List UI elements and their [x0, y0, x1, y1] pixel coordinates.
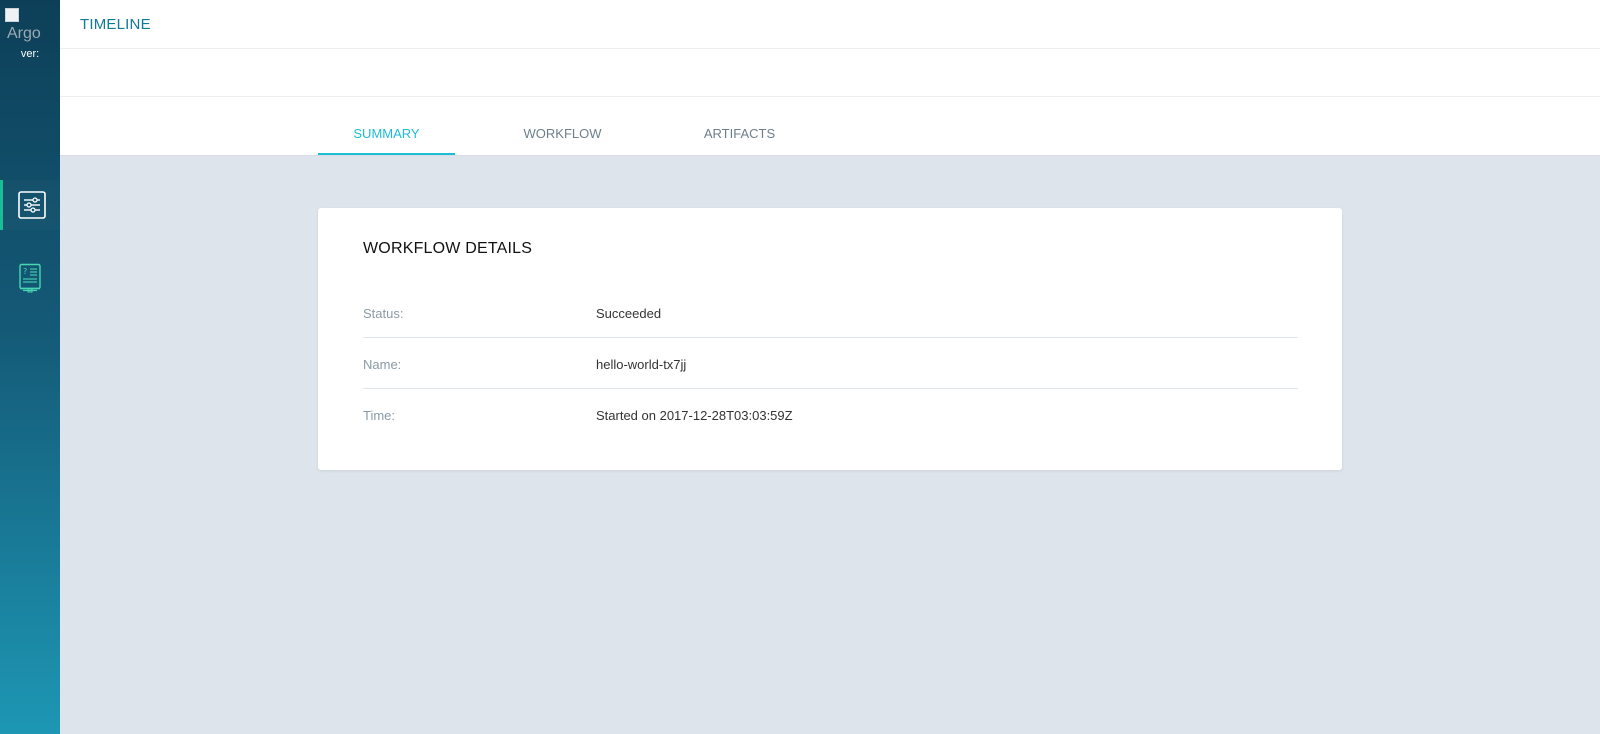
toolbar-area — [60, 49, 1600, 97]
detail-row-status: Status: Succeeded — [363, 287, 1298, 338]
page-title: TIMELINE — [80, 16, 151, 33]
detail-value: hello-world-tx7jj — [596, 357, 687, 372]
tab-summary-label: SUMMARY — [353, 126, 420, 141]
detail-key: Name: — [363, 357, 402, 372]
tab-artifacts-label: ARTIFACTS — [703, 126, 776, 141]
workflow-details-card: WORKFLOW DETAILS Status: Succeeded Name:… — [318, 208, 1342, 470]
tab-workflow-label: WORKFLOW — [523, 126, 602, 141]
version-label: ver: — [20, 48, 40, 60]
tab-summary[interactable]: SUMMARY — [318, 97, 455, 155]
sidebar-item-timeline[interactable] — [0, 180, 60, 230]
detail-value: Succeeded — [596, 306, 662, 321]
detail-row-time: Time: Started on 2017-12-28T03:03:59Z — [363, 389, 1298, 440]
sidebar-item-help[interactable]: ? — [0, 253, 60, 303]
detail-row-name: Name: hello-world-tx7jj — [363, 338, 1298, 389]
tab-workflow[interactable]: WORKFLOW — [505, 97, 620, 155]
tab-artifacts[interactable]: ARTIFACTS — [682, 97, 797, 155]
svg-text:?: ? — [23, 267, 27, 276]
card-title: WORKFLOW DETAILS — [363, 240, 533, 257]
argo-logo[interactable]: Argo — [5, 8, 50, 44]
detail-key: Status: — [363, 306, 404, 321]
logo-alt-text: Argo — [7, 25, 41, 42]
detail-value: Started on 2017-12-28T03:03:59Z — [596, 408, 793, 423]
top-header: TIMELINE — [60, 0, 1600, 49]
detail-key: Time: — [363, 408, 396, 423]
sliders-icon — [17, 191, 46, 219]
help-book-icon: ? — [19, 263, 41, 293]
tab-bar: SUMMARY WORKFLOW ARTIFACTS — [60, 97, 1600, 156]
sidebar: Argo ver: ? — [0, 0, 60, 734]
broken-image-icon — [5, 8, 19, 22]
